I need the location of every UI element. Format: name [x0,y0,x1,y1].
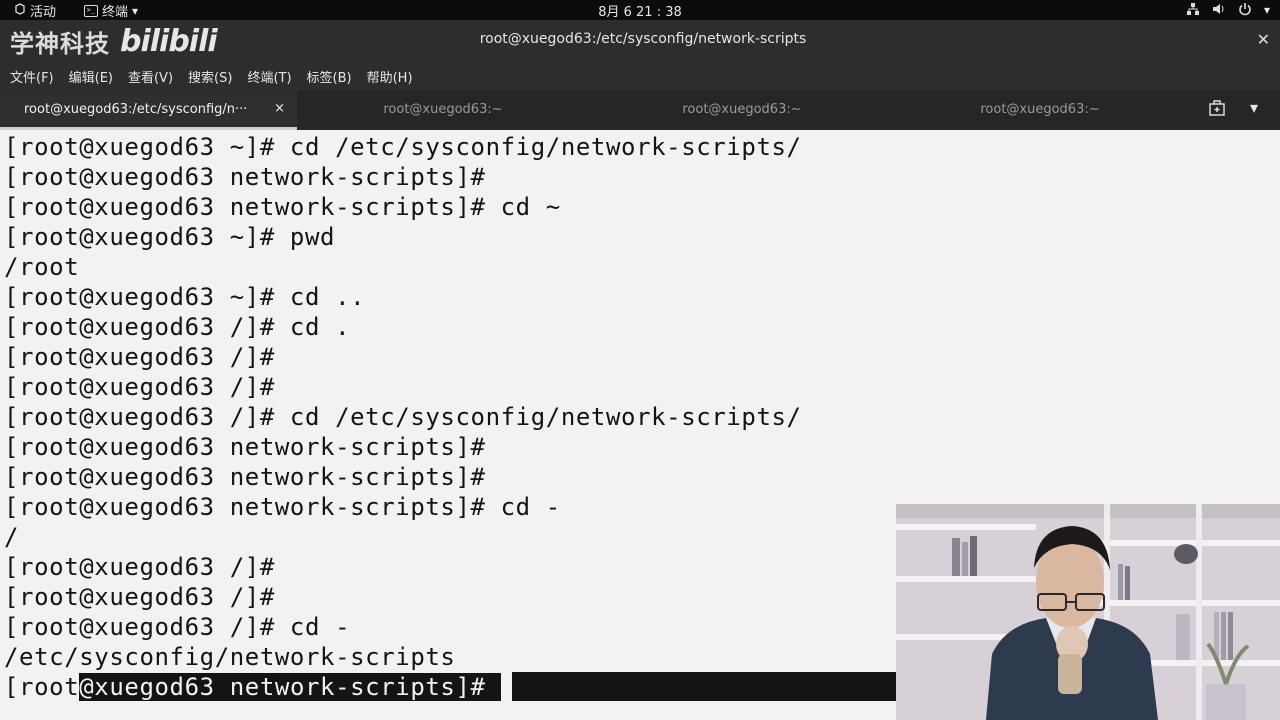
tab-2[interactable]: root@xuegod63:~ [303,90,600,130]
close-tab-icon[interactable]: × [274,101,285,116]
activities-label: 活动 [30,5,57,20]
tab-label: root@xuegod63:/etc/sysconfig/n··· [24,102,248,117]
terminal-line: [root@xuegod63 ~]# pwd [4,223,336,251]
menu-edit[interactable]: 编辑(E) [69,67,113,86]
terminal-line: [root@xuegod63 ~]# cd .. [4,283,366,311]
webcam-overlay [896,504,1280,720]
terminal-line: [root@xuegod63 /]# cd /etc/sysconfig/net… [4,403,802,431]
selected-text: @xuegod63 network-scripts]# [79,673,501,701]
terminal-line: [root@xuegod63 network-scripts]# [4,163,486,191]
tab-4[interactable]: root@xuegod63:~ [900,90,1197,130]
system-tray[interactable]: ▾ [1186,0,1270,20]
terminal-line: [root@xuegod63 /]# [4,343,275,371]
window-titlebar[interactable]: 学神科技 bilibili root@xuegod63:/etc/sysconf… [0,20,1280,62]
close-icon[interactable]: ✕ [1257,30,1270,49]
volume-icon[interactable] [1212,2,1226,19]
app-menu-label: 终端 [102,5,129,20]
terminal-line: [root@xuegod63 /]# [4,553,275,581]
menu-file[interactable]: 文件(F) [10,67,54,86]
terminal-line: /etc/sysconfig/network-scripts [4,643,456,671]
terminal-line: [root@xuegod63 ~]# cd /etc/sysconfig/net… [4,133,802,161]
menu-terminal[interactable]: 终端(T) [247,67,291,86]
clock[interactable]: 8月 6 21 : 38 [598,5,682,20]
window-title: root@xuegod63:/etc/sysconfig/network-scr… [479,31,807,47]
activities-button[interactable]: 活动 [14,1,56,20]
app-menu[interactable]: >_ 终端 ▾ [84,1,138,20]
tab-label: root@xuegod63:~ [682,102,802,117]
caret-down-icon: ▾ [132,3,139,18]
power-icon[interactable] [1238,2,1252,19]
presenter-video [896,504,1280,720]
tab-menu-icon[interactable]: ▾ [1250,98,1258,117]
terminal-line: [root@xuegod63 network-scripts]# [4,463,486,491]
terminal-line: [root@xuegod63 network-scripts]# [4,433,486,461]
menu-tabs[interactable]: 标签(B) [307,67,352,86]
tab-bar: root@xuegod63:/etc/sysconfig/n··· × root… [0,90,1280,130]
terminal-line: [root@xuegod63 /]# [4,583,275,611]
terminal-line: [root@xuegod63 /]# cd . [4,313,351,341]
activities-icon [14,3,26,18]
terminal-line: / [4,523,20,551]
network-icon[interactable] [1186,2,1200,19]
terminal-line: /root [4,253,80,281]
selection-highlight [512,672,896,701]
terminal-prompt-line[interactable]: [root@xuegod63 network-scripts]# [4,672,501,702]
terminal-icon: >_ [84,4,98,17]
menu-view[interactable]: 查看(V) [128,67,173,86]
prompt-prefix: [root [4,673,80,701]
tab-1[interactable]: root@xuegod63:/etc/sysconfig/n··· × [0,90,297,130]
caret-down-icon[interactable]: ▾ [1264,3,1270,17]
top-bar: 活动 >_ 终端 ▾ 8月 6 21 : 38 ▾ [0,0,1280,20]
terminal-line: [root@xuegod63 /]# [4,373,275,401]
terminal-line: [root@xuegod63 network-scripts]# cd - [4,493,561,521]
terminal-line: [root@xuegod63 /]# cd - [4,613,351,641]
terminal-line: [root@xuegod63 network-scripts]# cd ~ [4,193,561,221]
menu-bar: 文件(F) 编辑(E) 查看(V) 搜索(S) 终端(T) 标签(B) 帮助(H… [0,62,1280,90]
menu-search[interactable]: 搜索(S) [188,67,232,86]
new-tab-icon[interactable] [1208,100,1226,118]
tab-label: root@xuegod63:~ [383,102,503,117]
menu-help[interactable]: 帮助(H) [367,67,413,86]
tab-3[interactable]: root@xuegod63:~ [602,90,899,130]
tab-label: root@xuegod63:~ [980,102,1100,117]
